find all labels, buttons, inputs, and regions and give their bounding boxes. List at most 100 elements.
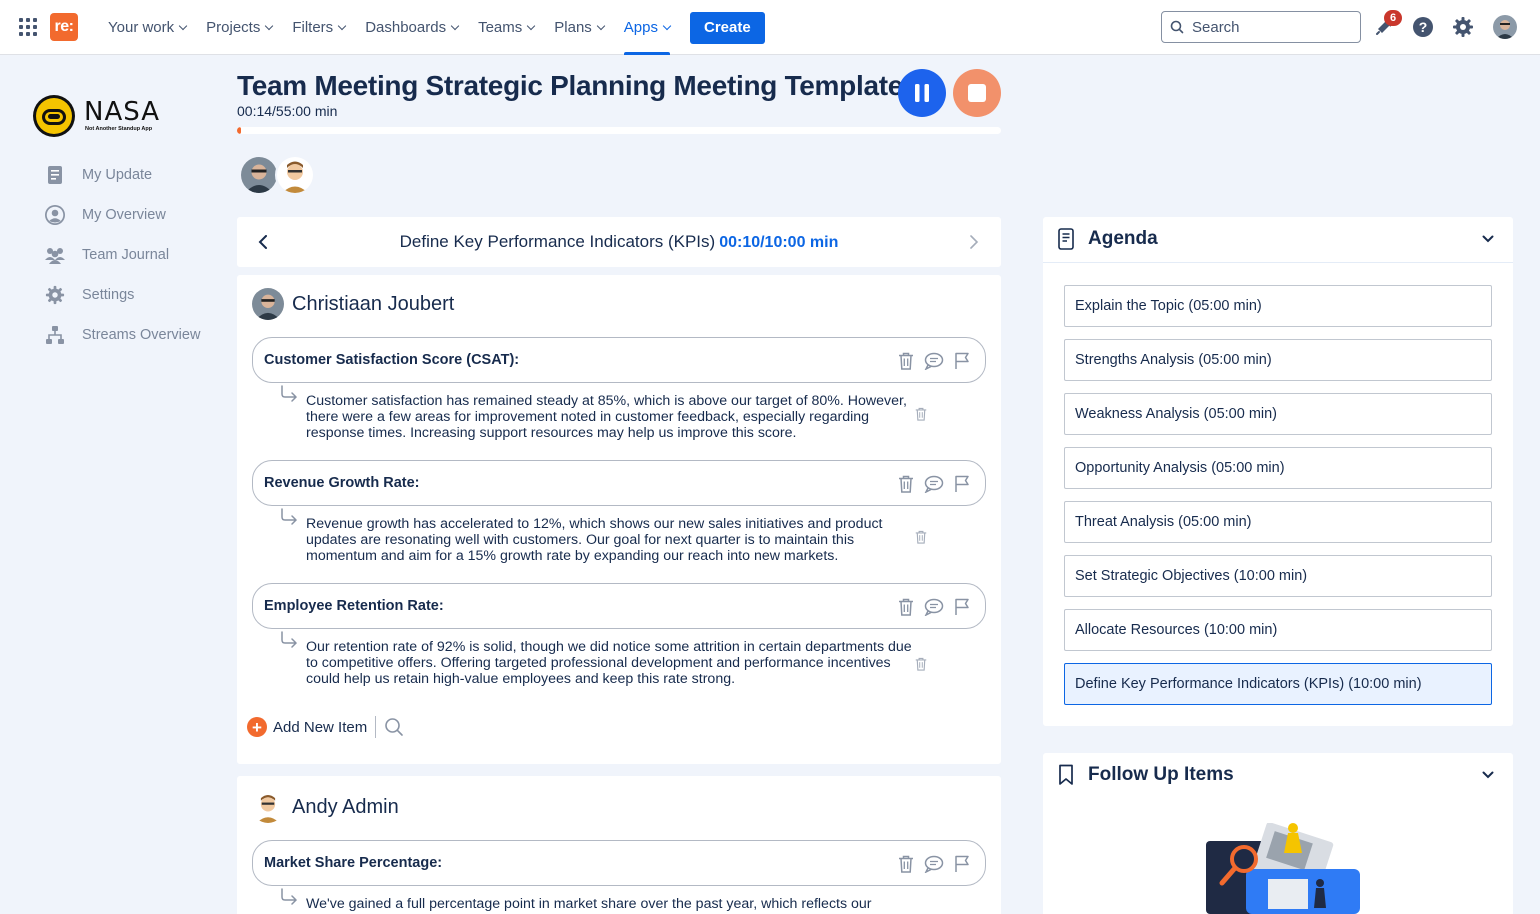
- agenda-item[interactable]: Explain the Topic (05:00 min): [1064, 285, 1492, 327]
- add-new-item-button[interactable]: + Add New Item: [247, 717, 367, 737]
- stop-button[interactable]: [953, 69, 1001, 117]
- update-item[interactable]: Customer Satisfaction Score (CSAT):: [252, 337, 986, 383]
- search-icon[interactable]: [384, 717, 404, 737]
- sidebar-item-label: Streams Overview: [82, 327, 201, 343]
- document-icon: [44, 164, 66, 186]
- sidebar-item-team-journal[interactable]: Team Journal: [44, 243, 169, 267]
- participant-avatar[interactable]: [275, 155, 315, 195]
- chevron-down-icon: [596, 21, 606, 31]
- nav-label: Filters: [292, 19, 334, 36]
- user-avatar[interactable]: [1493, 15, 1517, 39]
- agenda-item[interactable]: Allocate Resources (10:00 min): [1064, 609, 1492, 651]
- chevron-down-icon: [662, 21, 672, 31]
- nasa-logo[interactable]: NASA Not Another Standup App: [32, 94, 159, 138]
- comment-icon[interactable]: [923, 853, 945, 875]
- reply-arrow-icon: [281, 888, 298, 905]
- agenda-item[interactable]: Weakness Analysis (05:00 min): [1064, 393, 1492, 435]
- pause-button[interactable]: [898, 69, 946, 117]
- meeting-progress-bar: [237, 127, 1001, 134]
- svg-text:?: ?: [1419, 19, 1428, 35]
- nav-label: Plans: [554, 19, 592, 36]
- participants: [239, 155, 315, 195]
- update-item[interactable]: Market Share Percentage:: [252, 840, 986, 886]
- chevron-down-icon[interactable]: [1481, 768, 1495, 782]
- search-icon: [1170, 20, 1184, 34]
- notification-count-badge: 6: [1384, 10, 1402, 26]
- sidebar-item-settings[interactable]: Settings: [44, 283, 134, 307]
- comment-icon[interactable]: [923, 596, 945, 618]
- chevron-down-icon: [527, 21, 536, 31]
- flag-icon[interactable]: [951, 853, 973, 875]
- help-icon[interactable]: ?: [1411, 15, 1435, 39]
- sidebar: NASA Not Another Standup App My Update M…: [0, 56, 225, 914]
- chevron-down-icon: [265, 21, 274, 31]
- nav-label: Teams: [478, 19, 523, 36]
- flag-icon[interactable]: [951, 350, 973, 372]
- trash-icon[interactable]: [895, 473, 917, 495]
- agenda-item[interactable]: Threat Analysis (05:00 min): [1064, 501, 1492, 543]
- current-topic-bar: Define Key Performance Indicators (KPIs)…: [237, 217, 1001, 267]
- nav-your-work[interactable]: Your work: [98, 0, 196, 55]
- brand-tagline: Not Another Standup App: [85, 126, 153, 132]
- user-header: Andy Admin: [252, 791, 399, 823]
- nav-filters[interactable]: Filters: [282, 0, 355, 55]
- product-logo[interactable]: re:: [50, 13, 78, 41]
- top-navigation: re: Your work Projects Filters Dashboard…: [0, 0, 1540, 55]
- flag-icon[interactable]: [951, 596, 973, 618]
- reply-text: Customer satisfaction has remained stead…: [306, 393, 907, 441]
- nav-projects[interactable]: Projects: [196, 0, 282, 55]
- participant-avatar[interactable]: [239, 155, 279, 195]
- sidebar-item-my-overview[interactable]: My Overview: [44, 203, 166, 227]
- update-item[interactable]: Employee Retention Rate:: [252, 583, 986, 629]
- trash-icon[interactable]: [915, 530, 927, 544]
- sidebar-item-label: My Update: [82, 167, 153, 183]
- chevron-down-icon: [337, 21, 347, 31]
- chevron-down-icon[interactable]: [1481, 232, 1495, 246]
- nav-label: Dashboards: [365, 19, 447, 36]
- reply-text: Our retention rate of 92% is solid, thou…: [306, 639, 912, 687]
- user-name: Christiaan Joubert: [292, 292, 455, 315]
- meeting-progress-fill: [237, 127, 241, 134]
- agenda-item[interactable]: Opportunity Analysis (05:00 min): [1064, 447, 1492, 489]
- nav-apps[interactable]: Apps: [614, 0, 680, 55]
- nav-teams[interactable]: Teams: [468, 0, 544, 55]
- brand-name: NASA: [84, 97, 161, 127]
- trash-icon[interactable]: [895, 350, 917, 372]
- reply-arrow-icon: [281, 631, 298, 648]
- search-box[interactable]: [1161, 11, 1361, 43]
- trash-icon[interactable]: [915, 657, 927, 671]
- chevron-right-icon: [970, 235, 979, 249]
- sidebar-item-my-update[interactable]: My Update: [44, 163, 152, 187]
- update-item[interactable]: Revenue Growth Rate:: [252, 460, 986, 506]
- trash-icon[interactable]: [895, 596, 917, 618]
- user-update-card: Christiaan Joubert Customer Satisfaction…: [237, 275, 1001, 764]
- sidebar-item-streams-overview[interactable]: Streams Overview: [44, 323, 200, 347]
- nav-items: Your work Projects Filters Dashboards Te…: [98, 0, 765, 55]
- comment-icon[interactable]: [923, 350, 945, 372]
- nav-plans[interactable]: Plans: [544, 0, 614, 55]
- follow-up-header[interactable]: Follow Up Items: [1043, 753, 1513, 799]
- create-button[interactable]: Create: [690, 11, 765, 44]
- app-grid-icon[interactable]: [19, 18, 37, 36]
- item-reply: Our retention rate of 92% is solid, thou…: [279, 631, 979, 707]
- trash-icon[interactable]: [895, 853, 917, 875]
- add-item-row: + Add New Item: [247, 716, 404, 738]
- item-actions: [889, 350, 973, 372]
- comment-icon[interactable]: [923, 473, 945, 495]
- nav-label: Apps: [623, 19, 658, 36]
- agenda-item[interactable]: Strengths Analysis (05:00 min): [1064, 339, 1492, 381]
- item-title: Customer Satisfaction Score (CSAT):: [264, 352, 520, 368]
- agenda-header[interactable]: Agenda: [1043, 217, 1513, 263]
- nav-dashboards[interactable]: Dashboards: [355, 0, 468, 55]
- reply-text: We've gained a full percentage point in …: [306, 896, 872, 914]
- user-name: Andy Admin: [292, 795, 399, 818]
- item-actions: [889, 473, 973, 495]
- search-input[interactable]: [1192, 18, 1352, 36]
- trash-icon[interactable]: [915, 407, 927, 421]
- reply-text: Revenue growth has accelerated to 12%, w…: [306, 516, 883, 564]
- settings-icon[interactable]: [1451, 15, 1475, 39]
- agenda-item[interactable]: Set Strategic Objectives (10:00 min): [1064, 555, 1492, 597]
- flag-icon[interactable]: [951, 473, 973, 495]
- next-topic-button[interactable]: [965, 233, 983, 251]
- agenda-item-current[interactable]: Define Key Performance Indicators (KPIs)…: [1064, 663, 1492, 705]
